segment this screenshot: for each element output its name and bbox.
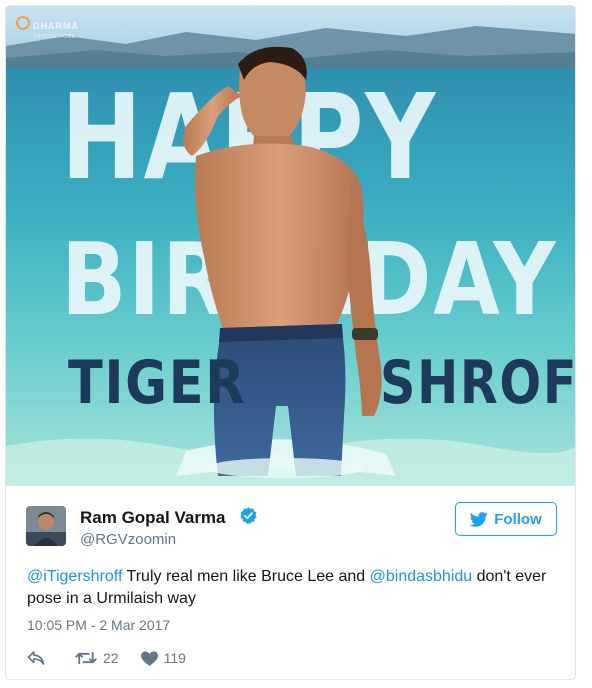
avatar[interactable]: [26, 506, 66, 546]
retweet-count: 22: [103, 650, 119, 666]
verified-badge-icon: [240, 507, 257, 524]
dharma-logo-icon: [16, 16, 30, 30]
retweet-icon: [75, 651, 97, 665]
tweet-timestamp[interactable]: 10:05 PM - 2 Mar 2017: [27, 617, 170, 633]
tweet-photo[interactable]: HAPPY BIRTHDAY TIGER SHROFF DHARMA PRODU…: [6, 6, 576, 486]
like-button[interactable]: 119: [140, 650, 186, 666]
tweet-actions: 22 119: [27, 648, 186, 668]
follow-button-label: Follow: [494, 510, 542, 528]
reply-icon: [27, 651, 45, 665]
brand-sub: PRODUCTIONS: [33, 34, 76, 40]
tweet-card: HAPPY BIRTHDAY TIGER SHROFF DHARMA PRODU…: [5, 5, 576, 680]
follow-button[interactable]: Follow: [455, 502, 557, 536]
mention-link[interactable]: @iTigershroff: [27, 568, 122, 585]
twitter-bird-icon: [470, 511, 488, 527]
mention-link[interactable]: @bindasbhidu: [370, 568, 473, 585]
author-name[interactable]: Ram Gopal Varma: [80, 508, 226, 528]
brand-name: DHARMA: [33, 21, 79, 31]
poster-text-shroff: SHROFF: [380, 348, 576, 418]
avatar-image: [26, 506, 66, 546]
reply-button[interactable]: [27, 650, 45, 666]
like-count: 119: [163, 650, 186, 666]
tweet-text: @iTigershroff Truly real men like Bruce …: [27, 566, 547, 610]
author-handle[interactable]: @RGVzoomin: [80, 531, 176, 548]
dharma-logo: DHARMA PRODUCTIONS: [16, 16, 79, 40]
poster-text-tiger: TIGER: [68, 348, 247, 418]
retweet-button[interactable]: 22: [75, 650, 119, 666]
heart-icon: [140, 650, 158, 666]
tweet-text-part: Truly real men like Bruce Lee and: [122, 568, 370, 585]
